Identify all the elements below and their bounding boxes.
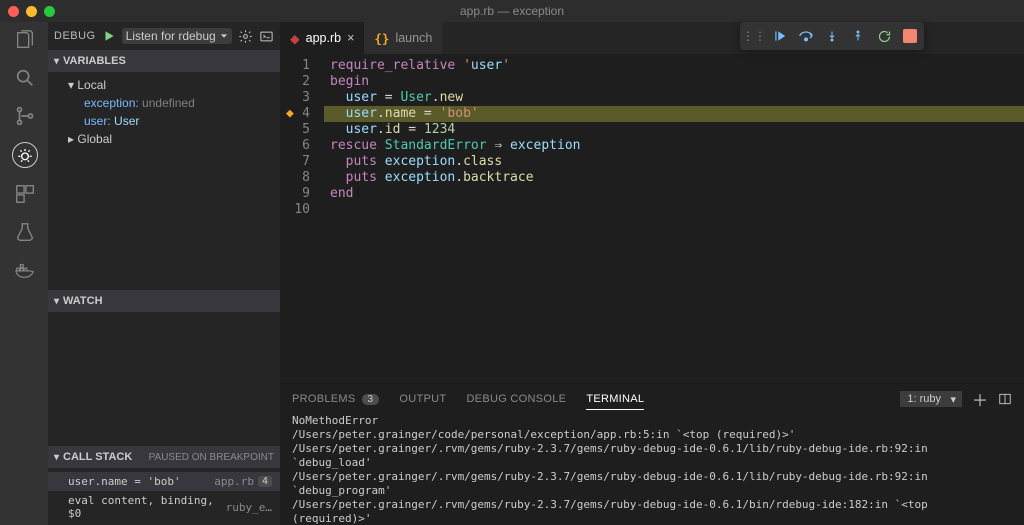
window-maximize-icon[interactable] <box>44 6 55 17</box>
new-terminal-button[interactable]: ＋ <box>972 387 988 411</box>
scope-local[interactable]: ▾ Local <box>48 76 280 94</box>
tab-terminal[interactable]: TERMINAL <box>586 393 644 410</box>
drag-handle-icon[interactable]: ⋮⋮ <box>746 28 762 44</box>
variable-row[interactable]: exception: undefined <box>48 94 280 112</box>
debug-label: DEBUG <box>54 30 96 42</box>
breakpoint-exception-icon[interactable]: ◆ <box>286 106 294 122</box>
step-out-button[interactable] <box>850 28 866 44</box>
extensions-icon[interactable] <box>13 182 37 206</box>
watch-section-header[interactable]: ▾ WATCH <box>48 290 280 312</box>
explorer-icon[interactable] <box>13 28 37 52</box>
window-title: app.rb — exception <box>460 4 564 18</box>
stack-frame[interactable]: user.name = 'bob' app.rb 4 <box>48 472 280 491</box>
test-icon[interactable] <box>13 220 37 244</box>
restart-button[interactable] <box>876 28 892 44</box>
debug-toolbar[interactable]: ⋮⋮ <box>740 22 924 50</box>
titlebar: app.rb — exception <box>0 0 1024 22</box>
step-into-button[interactable] <box>824 28 840 44</box>
tab-output[interactable]: OUTPUT <box>399 393 446 405</box>
start-debug-button[interactable] <box>102 29 116 43</box>
terminal-select[interactable]: 1: ruby ▾ <box>900 391 962 407</box>
window-minimize-icon[interactable] <box>26 6 37 17</box>
code-editor[interactable]: ◆ 1 2 3 4 5 6 7 8 9 10 require_relative … <box>280 54 1024 383</box>
debug-header: DEBUG Listen for rdebug <box>48 22 280 50</box>
json-icon: {} <box>374 31 389 46</box>
ruby-icon: ◆ <box>290 31 300 46</box>
terminal-output[interactable]: NoMethodError/Users/peter.grainger/code/… <box>280 414 1024 525</box>
split-terminal-button[interactable] <box>998 392 1012 406</box>
tab-debug-console[interactable]: DEBUG CONSOLE <box>466 393 566 405</box>
debug-config-select[interactable]: Listen for rdebug <box>122 28 232 44</box>
tab-app-rb[interactable]: ◆ app.rb × <box>280 22 364 54</box>
callstack-body: user.name = 'bob' app.rb 4 eval content,… <box>48 468 280 525</box>
scope-global[interactable]: ▸ Global <box>48 130 280 148</box>
code-content[interactable]: require_relative 'user'begin user = User… <box>324 54 1024 383</box>
line-gutter: ◆ 1 2 3 4 5 6 7 8 9 10 <box>280 54 324 383</box>
continue-button[interactable] <box>772 28 788 44</box>
stop-button[interactable] <box>902 28 918 44</box>
close-icon[interactable]: × <box>347 31 354 45</box>
tab-problems[interactable]: PROBLEMS 3 <box>292 393 379 405</box>
step-over-button[interactable] <box>798 28 814 44</box>
docker-icon[interactable] <box>13 258 37 282</box>
chevron-down-icon: ▾ <box>54 296 59 307</box>
debug-console-icon[interactable] <box>259 29 274 44</box>
window-close-icon[interactable] <box>8 6 19 17</box>
activity-bar <box>0 22 48 525</box>
variables-body: ▾ Local exception: undefined user: User … <box>48 72 280 156</box>
tab-launch[interactable]: {} launch <box>364 22 442 54</box>
debug-sidebar: DEBUG Listen for rdebug ▾ VARIABLES <box>48 22 280 525</box>
stack-frame[interactable]: eval content, binding, $0 ruby_e… <box>48 491 280 523</box>
editor-tabs: ◆ app.rb × {} launch ⋮⋮ <box>280 22 1024 54</box>
bottom-panel: PROBLEMS 3 OUTPUT DEBUG CONSOLE TERMINAL… <box>280 383 1024 525</box>
callstack-section-header[interactable]: ▾ CALL STACK PAUSED ON BREAKPOINT <box>48 446 280 468</box>
debug-icon[interactable] <box>12 142 38 168</box>
gear-icon[interactable] <box>238 29 253 44</box>
search-icon[interactable] <box>13 66 37 90</box>
variables-section-header[interactable]: ▾ VARIABLES <box>48 50 280 72</box>
chevron-down-icon: ▾ <box>54 56 59 67</box>
source-control-icon[interactable] <box>13 104 37 128</box>
variable-row[interactable]: user: User <box>48 112 280 130</box>
chevron-down-icon: ▾ <box>54 452 59 463</box>
